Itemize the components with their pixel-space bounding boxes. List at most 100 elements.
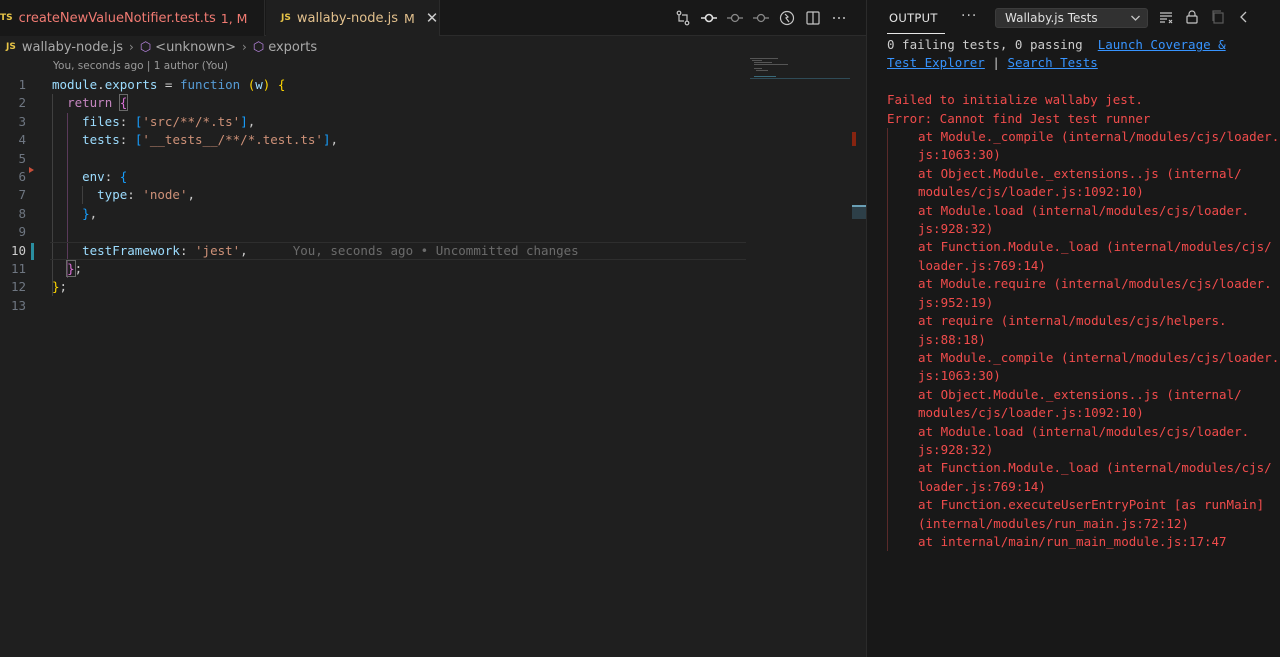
stack-line: at Module.load (internal/modules/cjs/loa… bbox=[918, 423, 1250, 439]
stack-line: at Object.Module._extensions..js (intern… bbox=[918, 165, 1242, 181]
clear-output-icon[interactable] bbox=[1157, 9, 1175, 27]
split-editor-icon[interactable] bbox=[800, 5, 826, 31]
editor-tab-bar: TS createNewValueNotifier.test.ts 1, M J… bbox=[0, 0, 866, 36]
breadcrumb-symbol-unknown[interactable]: <unknown> bbox=[155, 40, 236, 55]
stack-line: at Object.Module._extensions..js (intern… bbox=[918, 386, 1242, 402]
typescript-file-icon: TS bbox=[0, 13, 13, 23]
line-number: 8 bbox=[18, 205, 26, 221]
line-number: 12 bbox=[10, 279, 26, 295]
output-channel-select[interactable]: Wallaby.js Tests bbox=[995, 8, 1148, 28]
wallaby-icon[interactable] bbox=[774, 5, 800, 31]
error-message: Error: Cannot find Jest test runner bbox=[887, 110, 1151, 126]
code-line: 9 bbox=[0, 223, 850, 241]
code-line: 12}; bbox=[0, 278, 850, 296]
tab-status: 1, M bbox=[220, 10, 248, 26]
more-actions-icon[interactable] bbox=[826, 5, 852, 31]
gutter-error-indicator[interactable] bbox=[29, 167, 34, 173]
stack-line: at Module.load (internal/modules/cjs/loa… bbox=[918, 202, 1250, 218]
line-number: 9 bbox=[18, 224, 26, 240]
breadcrumb: JS wallaby-node.js › ⬡ <unknown> › ⬡ exp… bbox=[0, 36, 866, 58]
links-line: Test Explorer | Search Tests bbox=[887, 54, 1277, 72]
breadcrumb-file[interactable]: wallaby-node.js bbox=[22, 40, 123, 55]
active-tab-indicator bbox=[887, 33, 945, 34]
scrollbar-error-marker bbox=[852, 132, 856, 146]
code-line: 1 module.exports = function (w) { bbox=[0, 76, 850, 94]
tab-label: wallaby-node.js bbox=[296, 10, 398, 26]
code-line: 8 }, bbox=[0, 205, 850, 223]
symbol-module-icon: ⬡ bbox=[139, 39, 152, 55]
stack-line: js:928:32) bbox=[918, 441, 994, 457]
stack-line: modules/cjs/loader.js:1092:10) bbox=[918, 184, 1144, 200]
stack-line: js:88:18) bbox=[918, 331, 986, 347]
link-separator: | bbox=[992, 55, 1000, 71]
launch-coverage-link[interactable]: Launch Coverage & bbox=[1098, 37, 1226, 52]
chevron-down-icon bbox=[1130, 9, 1141, 33]
code-line: 6 env: { bbox=[0, 168, 850, 186]
stack-line: at internal/main/run_main_module.js:17:4… bbox=[918, 533, 1227, 549]
close-tab-icon[interactable]: ✕ bbox=[426, 9, 439, 27]
javascript-file-icon: JS bbox=[281, 13, 291, 23]
editor-actions-toolbar bbox=[670, 0, 852, 36]
line-number: 11 bbox=[10, 260, 26, 276]
gutter-modified-indicator[interactable] bbox=[31, 242, 34, 260]
stack-trace: at Module._compile (internal/modules/cjs… bbox=[887, 128, 1280, 552]
tab-create-new-value-notifier-test[interactable]: TS createNewValueNotifier.test.ts 1, M bbox=[0, 0, 265, 36]
line-number: 7 bbox=[18, 187, 26, 203]
symbol-module-icon: ⬡ bbox=[252, 39, 265, 55]
chevron-left-icon[interactable] bbox=[1235, 9, 1253, 27]
chevron-right-icon: › bbox=[242, 40, 247, 54]
git-next-change-icon[interactable] bbox=[748, 5, 774, 31]
stack-line: js:928:32) bbox=[918, 221, 994, 237]
line-number: 5 bbox=[18, 150, 26, 166]
line-number: 13 bbox=[10, 297, 26, 313]
panel-header: OUTPUT ··· Wallaby.js Tests bbox=[867, 0, 1280, 36]
git-prev-change-icon[interactable] bbox=[722, 5, 748, 31]
line-number: 4 bbox=[18, 132, 26, 148]
git-commit-icon[interactable] bbox=[696, 5, 722, 31]
stack-line: (internal/modules/run_main.js:72:12) bbox=[918, 515, 1189, 531]
test-explorer-link[interactable]: Test Explorer bbox=[887, 55, 985, 70]
output-channel-value: Wallaby.js Tests bbox=[1005, 11, 1098, 25]
lock-scroll-icon[interactable] bbox=[1183, 9, 1201, 27]
test-summary: 0 failing tests, 0 passing bbox=[887, 37, 1083, 52]
tab-output[interactable]: OUTPUT bbox=[889, 11, 938, 25]
line-number: 10 bbox=[10, 242, 26, 258]
test-summary-line: 0 failing tests, 0 passing Launch Covera… bbox=[887, 36, 1277, 54]
scrollbar-thumb[interactable] bbox=[852, 205, 866, 219]
git-blame-codelens[interactable]: You, seconds ago | 1 author (You) bbox=[53, 60, 228, 72]
stack-line: loader.js:769:14) bbox=[918, 257, 1046, 273]
code-line: 13 bbox=[0, 297, 850, 315]
output-content[interactable]: 0 failing tests, 0 passing Launch Covera… bbox=[887, 36, 1280, 552]
more-icon[interactable]: ··· bbox=[961, 8, 977, 24]
copy-icon[interactable] bbox=[1209, 9, 1227, 27]
minimap[interactable] bbox=[750, 58, 850, 98]
chevron-right-icon: › bbox=[129, 40, 134, 54]
code-line-current: 10 testFramework: 'jest', You, seconds ag… bbox=[0, 241, 850, 260]
code-line: 7 type: 'node', bbox=[0, 186, 850, 204]
code-editor[interactable]: 1 module.exports = function (w) { 2 retur… bbox=[0, 76, 850, 315]
stack-line: modules/cjs/loader.js:1092:10) bbox=[918, 405, 1144, 421]
stack-line: js:1063:30) bbox=[918, 147, 1001, 163]
line-number: 1 bbox=[18, 77, 26, 92]
stack-line: js:952:19) bbox=[918, 294, 994, 310]
editor-area: TS createNewValueNotifier.test.ts 1, M J… bbox=[0, 0, 866, 657]
stack-line: at require (internal/modules/cjs/helpers… bbox=[918, 313, 1227, 329]
stack-line: at Module._compile (internal/modules/cjs… bbox=[918, 129, 1280, 145]
code-line: 4 tests: ['__tests__/**/*.test.ts'], bbox=[0, 131, 850, 149]
inline-blame: You, seconds ago • Uncommitted changes bbox=[292, 242, 579, 258]
stack-line: at Function.Module._load (internal/modul… bbox=[918, 460, 1272, 476]
line-number: 2 bbox=[18, 95, 26, 111]
git-compare-icon[interactable] bbox=[670, 5, 696, 31]
javascript-file-icon: JS bbox=[6, 42, 16, 52]
tab-wallaby-node-js[interactable]: JS wallaby-node.js M ✕ bbox=[266, 0, 440, 36]
line-number: 6 bbox=[18, 168, 26, 184]
code-line: 2 return { bbox=[0, 94, 850, 112]
code-line: 5 bbox=[0, 150, 850, 168]
line-number: 3 bbox=[18, 113, 26, 129]
stack-line: at Function.executeUserEntryPoint [as ru… bbox=[918, 497, 1265, 513]
breadcrumb-symbol-exports[interactable]: exports bbox=[268, 40, 317, 55]
search-tests-link[interactable]: Search Tests bbox=[1007, 55, 1097, 70]
stack-line: at Function.Module._load (internal/modul… bbox=[918, 239, 1272, 255]
tab-status: M bbox=[404, 10, 415, 26]
